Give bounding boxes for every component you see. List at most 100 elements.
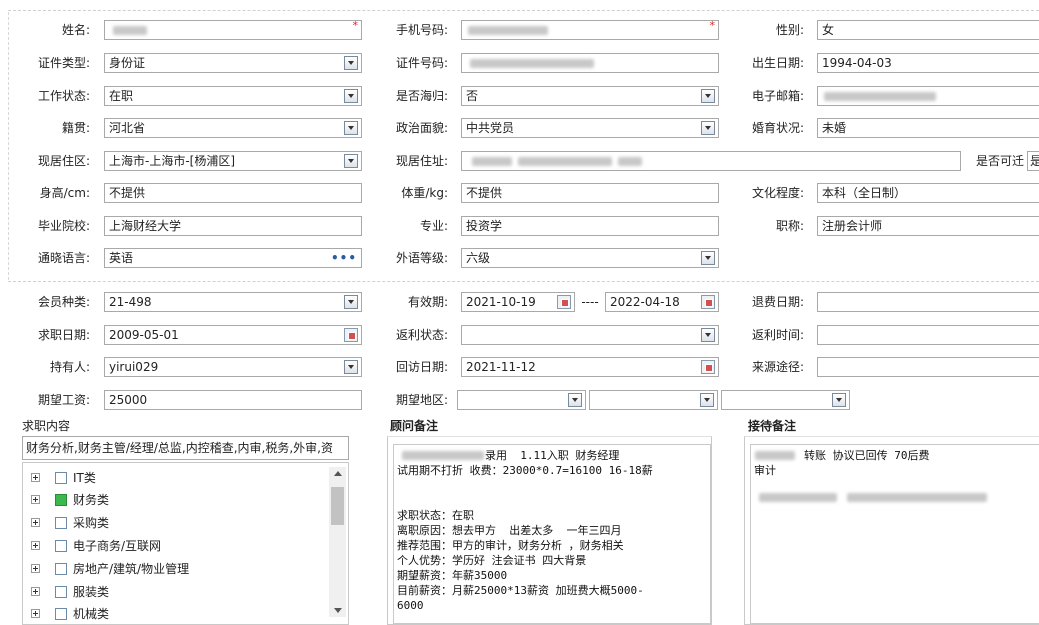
language-input[interactable]: 英语 ••• [104, 248, 362, 268]
refund-date-input[interactable] [817, 292, 1039, 312]
scrollbar[interactable] [329, 467, 346, 617]
scroll-up-icon[interactable] [334, 471, 342, 476]
reception-notes-title: 接待备注 [748, 419, 797, 433]
consultant-notes-box[interactable]: 录用 1.11入职 财务经理 试用期不打折 收费：23000*0.7=16100… [387, 436, 712, 625]
chevron-down-icon[interactable] [344, 360, 358, 374]
checkbox[interactable] [55, 563, 67, 575]
region-city-select[interactable] [589, 390, 718, 410]
chevron-down-icon[interactable] [832, 393, 846, 407]
job-category-tree[interactable]: IT类 财务类 采购类 电子商务/互联网 房地产/建筑/物业管理 服装类 机械类 [22, 462, 349, 625]
reception-notes-box[interactable]: 转账 协议已回传 70后费 审计 [744, 436, 1039, 625]
checkbox[interactable] [55, 608, 67, 620]
residence-area-select[interactable]: 上海市-上海市-[杨浦区] [104, 151, 362, 171]
major-input[interactable]: 投资学 [461, 216, 719, 236]
calendar-icon[interactable] [557, 295, 571, 309]
blurred-value [472, 157, 512, 166]
checkbox[interactable] [55, 517, 67, 529]
native-place-select[interactable]: 河北省 [104, 118, 362, 138]
education-input[interactable]: 本科（全日制） [817, 183, 1039, 203]
id-type-label: 证件类型: [37, 56, 90, 70]
source-input[interactable] [817, 357, 1039, 377]
marital-input[interactable]: 未婚 [817, 118, 1039, 138]
validity-to-input[interactable]: 2022-04-18 [605, 292, 719, 312]
birth-date-input[interactable]: 1994-04-03 [817, 53, 1039, 73]
relocate-select[interactable]: 是 [1027, 151, 1039, 171]
region-province-select[interactable] [457, 390, 586, 410]
residence-address-input[interactable] [461, 151, 961, 171]
email-input[interactable] [817, 86, 1039, 106]
chevron-down-icon[interactable] [568, 393, 582, 407]
tree-row[interactable]: 服装类 [31, 581, 331, 603]
language-level-select[interactable]: 六级 [461, 248, 719, 268]
chevron-down-icon[interactable] [700, 393, 714, 407]
more-options-icon[interactable]: ••• [331, 251, 357, 265]
blurred-value [470, 59, 594, 68]
expand-icon[interactable] [31, 609, 40, 618]
language-level-label: 外语等级: [395, 251, 448, 265]
work-status-select[interactable]: 在职 [104, 86, 362, 106]
height-input[interactable]: 不提供 [104, 183, 362, 203]
school-input[interactable]: 上海财经大学 [104, 216, 362, 236]
checkbox[interactable] [55, 540, 67, 552]
title-input[interactable]: 注册会计师 [817, 216, 1039, 236]
tree-row[interactable]: IT类 [31, 467, 331, 489]
expand-icon[interactable] [31, 518, 40, 527]
scrollbar-thumb[interactable] [331, 487, 344, 525]
chevron-down-icon[interactable] [344, 121, 358, 135]
revisit-date-input[interactable]: 2021-11-12 [461, 357, 719, 377]
expand-icon[interactable] [31, 587, 40, 596]
marital-label: 婚育状况: [751, 121, 804, 135]
member-type-select[interactable]: 21-498 [104, 292, 362, 312]
checkbox-checked[interactable] [55, 494, 67, 506]
rebate-time-input[interactable] [817, 325, 1039, 345]
revisit-date-label: 回访日期: [395, 360, 448, 374]
expected-salary-label: 期望工资: [37, 393, 90, 407]
expand-icon[interactable] [31, 473, 40, 482]
blurred-value [847, 493, 987, 502]
chevron-down-icon[interactable] [344, 295, 358, 309]
returnee-select[interactable]: 否 [461, 86, 719, 106]
reception-notes-textarea[interactable]: 转账 协议已回传 70后费 审计 [750, 444, 1039, 624]
name-input[interactable]: * [104, 19, 362, 40]
rebate-time-label: 返利时间: [751, 328, 804, 342]
id-type-select[interactable]: 身份证 [104, 53, 362, 73]
chevron-down-icon[interactable] [701, 328, 715, 342]
divider-left [8, 12, 9, 280]
chevron-down-icon[interactable] [344, 154, 358, 168]
region-district-select[interactable] [721, 390, 850, 410]
residence-area-label: 现居住区: [37, 154, 90, 168]
rebate-status-select[interactable] [461, 325, 719, 345]
chevron-down-icon[interactable] [344, 89, 358, 103]
holder-select[interactable]: yirui029 [104, 357, 362, 377]
tree-row[interactable]: 采购类 [31, 512, 331, 534]
political-select[interactable]: 中共党员 [461, 118, 719, 138]
tree-row[interactable]: 机械类 [31, 603, 331, 625]
calendar-icon[interactable] [701, 360, 715, 374]
expected-salary-input[interactable]: 25000 [104, 390, 362, 410]
consultant-notes-textarea[interactable]: 录用 1.11入职 财务经理 试用期不打折 收费：23000*0.7=16100… [393, 444, 711, 624]
job-seek-date-input[interactable]: 2009-05-01 [104, 325, 362, 345]
calendar-icon[interactable] [344, 328, 358, 342]
chevron-down-icon[interactable] [701, 121, 715, 135]
mobile-input[interactable]: * [461, 19, 719, 40]
job-intent-summary[interactable]: 财务分析,财务主管/经理/总监,内控稽查,内审,税务,外审,资 [22, 436, 349, 460]
chevron-down-icon[interactable] [701, 89, 715, 103]
checkbox[interactable] [55, 472, 67, 484]
tree-row[interactable]: 房地产/建筑/物业管理 [31, 558, 331, 580]
id-number-input[interactable] [461, 53, 719, 73]
expand-icon[interactable] [31, 564, 40, 573]
validity-from-input[interactable]: 2021-10-19 [461, 292, 575, 312]
chevron-down-icon[interactable] [344, 56, 358, 70]
expand-icon[interactable] [31, 541, 40, 550]
tree-row[interactable]: 财务类 [31, 489, 331, 511]
chevron-down-icon[interactable] [701, 251, 715, 265]
expand-icon[interactable] [31, 495, 40, 504]
scroll-down-icon[interactable] [334, 608, 342, 613]
blurred-value [759, 493, 837, 502]
gender-input[interactable]: 女 [817, 20, 1039, 40]
weight-input[interactable]: 不提供 [461, 183, 719, 203]
education-label: 文化程度: [751, 186, 804, 200]
tree-row[interactable]: 电子商务/互联网 [31, 535, 331, 557]
checkbox[interactable] [55, 586, 67, 598]
calendar-icon[interactable] [701, 295, 715, 309]
